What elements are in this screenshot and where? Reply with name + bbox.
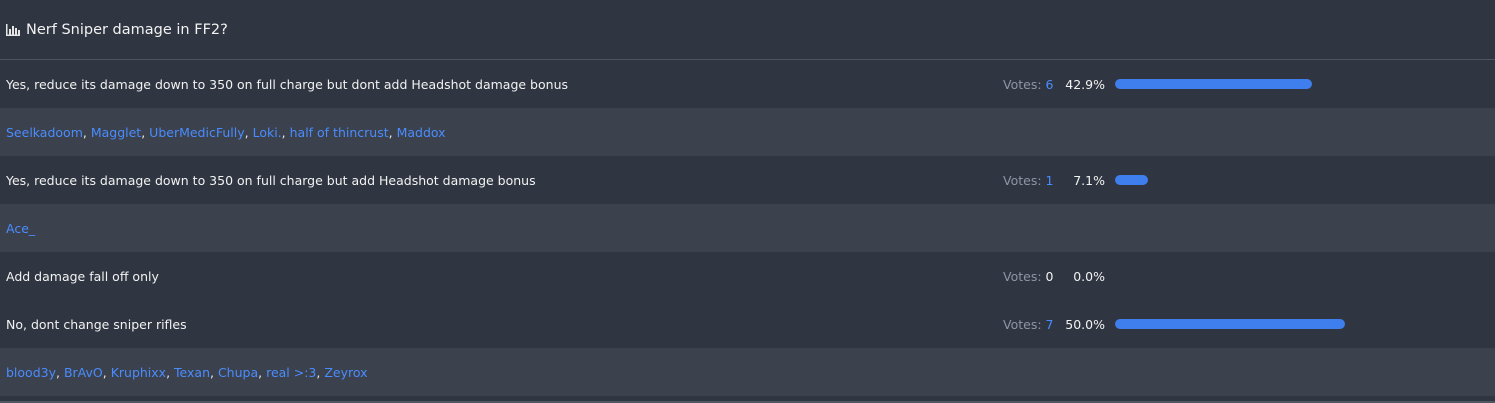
separator: ,	[210, 364, 218, 380]
progress-bar	[1115, 319, 1495, 329]
vote-count: Votes: 1	[1003, 173, 1053, 188]
separator: ,	[388, 124, 397, 140]
bar-chart-icon	[6, 23, 20, 37]
poll-header: Nerf Sniper damage in FF2?	[0, 0, 1495, 60]
progress-bar-fill	[1115, 175, 1148, 185]
progress-bar	[1115, 175, 1495, 185]
separator: ,	[102, 364, 111, 380]
voter-list: Seelkadoom, Magglet, UberMedicFully, Lok…	[6, 125, 446, 140]
votes-number: 0	[1045, 268, 1054, 284]
votes-label: Votes:	[1003, 76, 1046, 92]
voter-list-row: Ace_	[0, 204, 1495, 252]
progress-bar-fill	[1115, 79, 1312, 89]
voter-link[interactable]: Loki.	[253, 125, 282, 140]
poll-option-label: Yes, reduce its damage down to 350 on fu…	[6, 172, 536, 188]
votes-label: Votes:	[1003, 268, 1046, 284]
voter-link[interactable]: real >:3	[266, 365, 316, 380]
vote-count: Votes: 7	[1003, 317, 1053, 332]
poll-widget: Nerf Sniper damage in FF2? Yes, reduce i…	[0, 0, 1495, 403]
vote-percentage: 42.9%	[1065, 76, 1105, 92]
poll-option-row: Yes, reduce its damage down to 350 on fu…	[0, 60, 1495, 108]
voter-link[interactable]: Chupa	[218, 365, 258, 380]
poll-option-label: Add damage fall off only	[6, 268, 159, 284]
separator: ,	[141, 124, 150, 140]
vote-percentage: 0.0%	[1073, 268, 1105, 284]
voter-list-row: blood3y, BrAvO, Kruphixx, Texan, Chupa, …	[0, 348, 1495, 396]
separator: ,	[166, 364, 175, 380]
votes-number[interactable]: 1	[1046, 173, 1054, 188]
vote-count: Votes: 0	[1003, 269, 1053, 284]
voter-link[interactable]: Zeyrox	[324, 365, 367, 380]
votes-label: Votes:	[1003, 316, 1046, 332]
voter-link[interactable]: UberMedicFully	[149, 125, 244, 140]
voter-link[interactable]: Maddox	[397, 125, 446, 140]
voter-link[interactable]: Ace_	[6, 221, 35, 236]
voter-list-row: Seelkadoom, Magglet, UberMedicFully, Lok…	[0, 108, 1495, 156]
voter-list: blood3y, BrAvO, Kruphixx, Texan, Chupa, …	[6, 365, 368, 380]
progress-bar	[1115, 79, 1495, 89]
vote-count: Votes: 6	[1003, 77, 1053, 92]
voter-link[interactable]: Seelkadoom	[6, 125, 83, 140]
poll-option-row: No, dont change sniper rifles Votes: 7 50.…	[0, 300, 1495, 348]
vote-percentage: 7.1%	[1073, 172, 1105, 188]
votes-label: Votes:	[1003, 172, 1046, 188]
poll-option-row: Yes, reduce its damage down to 350 on fu…	[0, 156, 1495, 204]
voter-link[interactable]: blood3y	[6, 365, 56, 380]
votes-number[interactable]: 6	[1046, 77, 1054, 92]
vote-percentage: 50.0%	[1065, 316, 1105, 332]
voter-link[interactable]: Kruphixx	[111, 365, 166, 380]
separator: ,	[244, 124, 253, 140]
voter-list: Ace_	[6, 221, 35, 236]
separator: ,	[281, 124, 290, 140]
voter-link[interactable]: BrAvO	[64, 365, 103, 380]
votes-number[interactable]: 7	[1046, 317, 1054, 332]
separator: ,	[258, 364, 267, 380]
poll-title: Nerf Sniper damage in FF2?	[26, 21, 228, 38]
voter-link[interactable]: half of thincrust	[290, 125, 389, 140]
separator: ,	[56, 364, 64, 380]
separator: ,	[82, 124, 91, 140]
progress-bar-fill	[1115, 319, 1345, 329]
poll-option-label: Yes, reduce its damage down to 350 on fu…	[6, 76, 568, 92]
poll-option-row: Add damage fall off only Votes: 0 0.0%	[0, 252, 1495, 300]
poll-options: Yes, reduce its damage down to 350 on fu…	[0, 60, 1495, 396]
poll-option-label: No, dont change sniper rifles	[6, 316, 187, 332]
voter-link[interactable]: Texan	[174, 365, 210, 380]
voter-link[interactable]: Magglet	[91, 125, 141, 140]
